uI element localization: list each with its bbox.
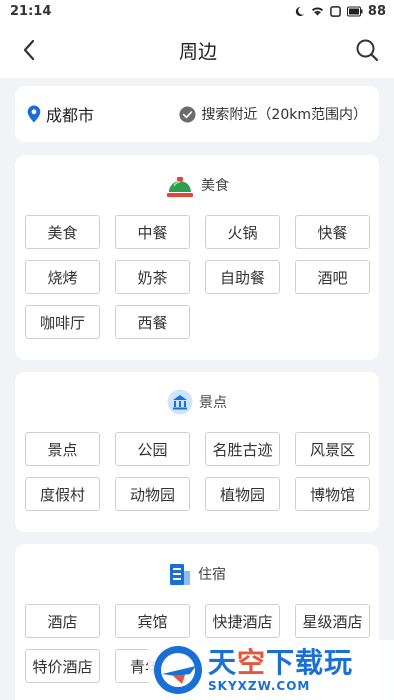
- food-dome-icon: [167, 177, 193, 197]
- scenic-tags: 景点 公园 名胜古迹 风景区 度假村 动物园 植物园 博物馆: [25, 432, 370, 511]
- watermark-text: 天空下载玩 SKYXZW.COM: [208, 645, 354, 693]
- tag-fast-food[interactable]: 快餐: [295, 215, 370, 249]
- tag-chinese-food[interactable]: 中餐: [115, 215, 190, 249]
- watermark: 天空下载玩 SKYXZW.COM: [148, 640, 394, 700]
- tag-historic-site[interactable]: 名胜古迹: [205, 432, 280, 466]
- tag-guesthouse[interactable]: 宾馆: [115, 604, 190, 638]
- tag-buffet[interactable]: 自助餐: [205, 260, 280, 294]
- scenic-section-title: 景点: [199, 395, 227, 411]
- search-icon: [356, 39, 379, 62]
- museum-icon: [167, 389, 193, 415]
- status-icons: 88: [293, 4, 386, 19]
- tag-star-hotel[interactable]: 星级酒店: [295, 604, 370, 638]
- tag-hotpot[interactable]: 火锅: [205, 215, 280, 249]
- chevron-left-icon: [23, 39, 35, 61]
- wifi-icon: [311, 7, 323, 16]
- check-circle-icon: [179, 105, 196, 123]
- status-time: 21:14: [10, 3, 52, 19]
- nav-bar: 周边: [0, 22, 394, 78]
- tag-cafe[interactable]: 咖啡厅: [25, 305, 100, 339]
- search-nearby-toggle[interactable]: 搜索附近（20km范围内）: [179, 104, 367, 124]
- scenic-section-header: 景点: [25, 372, 369, 432]
- watermark-char-rest: 下载玩: [266, 645, 354, 679]
- status-bar: 21:14 88: [0, 0, 394, 22]
- back-button[interactable]: [14, 35, 44, 65]
- tag-food[interactable]: 美食: [25, 215, 100, 249]
- tag-scenic-area[interactable]: 风景区: [295, 432, 370, 466]
- tag-bar[interactable]: 酒吧: [295, 260, 370, 294]
- battery-icon: [346, 6, 363, 16]
- tag-museum[interactable]: 博物馆: [295, 477, 370, 511]
- battery-level: 88: [367, 3, 386, 19]
- search-nearby-label: 搜索附近（20km范围内）: [201, 107, 367, 123]
- tag-resort[interactable]: 度假村: [25, 477, 100, 511]
- tag-milk-tea[interactable]: 奶茶: [115, 260, 190, 294]
- food-section: 美食 美食 中餐 火锅 快餐 烧烤 奶茶 自助餐 酒吧 咖啡厅 西餐: [15, 155, 379, 360]
- page-title: 周边: [178, 40, 217, 63]
- tag-hotel[interactable]: 酒店: [25, 604, 100, 638]
- hotel-building-icon: [170, 564, 190, 585]
- watermark-domain: SKYXZW.COM: [208, 678, 311, 693]
- tag-park[interactable]: 公园: [115, 432, 190, 466]
- screen-icon: [330, 5, 341, 17]
- location-bar: 成都市 搜索附近（20km范围内）: [15, 86, 379, 142]
- tag-botanical-garden[interactable]: 植物园: [205, 477, 280, 511]
- tag-zoo[interactable]: 动物园: [115, 477, 190, 511]
- city-name: 成都市: [46, 106, 95, 125]
- watermark-logo-icon: [154, 646, 202, 694]
- food-tags: 美食 中餐 火锅 快餐 烧烤 奶茶 自助餐 酒吧 咖啡厅 西餐: [25, 215, 370, 339]
- tag-budget-hotel[interactable]: 快捷酒店: [205, 604, 280, 638]
- tag-discount-hotel[interactable]: 特价酒店: [25, 649, 100, 683]
- lodging-section-header: 住宿: [25, 544, 369, 604]
- food-section-title: 美食: [201, 178, 229, 194]
- watermark-char-1: 天: [208, 645, 238, 679]
- city-selector[interactable]: 成都市: [27, 102, 94, 126]
- search-button[interactable]: [352, 35, 382, 65]
- do-not-disturb-icon: [295, 6, 304, 16]
- tag-bbq[interactable]: 烧烤: [25, 260, 100, 294]
- scenic-section: 景点 景点 公园 名胜古迹 风景区 度假村 动物园 植物园 博物馆: [15, 372, 379, 532]
- food-section-header: 美食: [25, 155, 369, 215]
- watermark-char-2: 空: [237, 645, 267, 679]
- tag-western-food[interactable]: 西餐: [115, 305, 190, 339]
- tag-scenic-spot[interactable]: 景点: [25, 432, 100, 466]
- location-pin-icon: [27, 105, 41, 123]
- lodging-section-title: 住宿: [198, 567, 226, 583]
